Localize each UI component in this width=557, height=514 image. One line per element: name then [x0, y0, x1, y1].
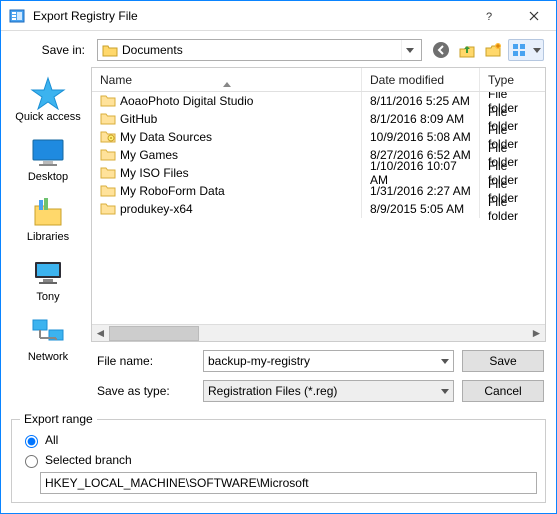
- help-button[interactable]: ?: [466, 1, 511, 30]
- radio-selected-row[interactable]: Selected branch: [20, 450, 537, 470]
- file-name-label: File name:: [91, 354, 195, 368]
- table-row[interactable]: AoaoPhoto Digital Studio 8/11/2016 5:25 A…: [92, 92, 545, 110]
- list-header: Name Date modified Type: [92, 68, 545, 92]
- table-row[interactable]: My Games8/27/2016 6:52 AMFile folder: [92, 146, 545, 164]
- toolbar-icons: [430, 39, 544, 61]
- file-name: My ISO Files: [120, 166, 189, 180]
- location-combo[interactable]: Documents: [97, 39, 422, 61]
- export-range-legend: Export range: [20, 412, 97, 426]
- up-one-level-button[interactable]: [456, 39, 478, 61]
- column-name[interactable]: Name: [92, 68, 361, 91]
- this-pc-icon: [28, 255, 68, 291]
- scroll-left-icon[interactable]: ◄: [92, 325, 109, 342]
- column-name-label: Name: [100, 73, 132, 87]
- scroll-thumb[interactable]: [109, 326, 199, 341]
- toolbar: Save in: Documents: [1, 31, 556, 63]
- folder-icon: [100, 111, 116, 128]
- save-as-type-label: Save as type:: [91, 384, 195, 398]
- new-folder-button[interactable]: [482, 39, 504, 61]
- column-date[interactable]: Date modified: [361, 68, 479, 91]
- quick-access-icon: [28, 75, 68, 111]
- place-quick-access[interactable]: Quick access: [8, 71, 88, 129]
- chevron-down-icon: [533, 48, 541, 53]
- file-name: produkey-x64: [120, 202, 193, 216]
- sort-ascending-icon: [223, 68, 231, 82]
- file-date: 8/9/2015 5:05 AM: [361, 200, 479, 218]
- export-range-group: Export range All Selected branch HKEY_LO…: [11, 412, 546, 503]
- radio-all-label: All: [45, 433, 58, 447]
- documents-icon: [102, 42, 118, 58]
- file-name-input[interactable]: backup-my-registry: [203, 350, 454, 372]
- folder-icon: [100, 129, 116, 146]
- place-label: Quick access: [15, 111, 80, 123]
- desktop-icon: [28, 135, 68, 171]
- file-name: My RoboForm Data: [120, 184, 225, 198]
- radio-selected-label: Selected branch: [45, 453, 132, 467]
- file-name-value: backup-my-registry: [208, 354, 441, 368]
- save-as-type-value: Registration Files (*.reg): [208, 384, 441, 398]
- window-buttons: ?: [466, 1, 556, 30]
- save-as-type-combo[interactable]: Registration Files (*.reg): [203, 380, 454, 402]
- scroll-right-icon[interactable]: ►: [528, 325, 545, 342]
- table-row[interactable]: My Data Sources10/9/2016 5:08 AMFile fol…: [92, 128, 545, 146]
- folder-icon: [100, 165, 116, 182]
- radio-all[interactable]: [25, 435, 38, 448]
- chevron-down-icon: [441, 389, 449, 394]
- fields: File name: backup-my-registry Save Save …: [1, 342, 556, 408]
- location-text: Documents: [122, 43, 401, 57]
- file-date: 1/10/2016 10:07 AM: [361, 164, 479, 182]
- titlebar: Export Registry File ?: [1, 1, 556, 31]
- place-desktop[interactable]: Desktop: [8, 131, 88, 189]
- file-name: GitHub: [120, 112, 157, 126]
- cancel-button[interactable]: Cancel: [462, 380, 544, 402]
- libraries-icon: [28, 195, 68, 231]
- back-button[interactable]: [430, 39, 452, 61]
- places-bar: Quick access Desktop Libraries Tony: [5, 65, 91, 342]
- file-name: My Data Sources: [120, 130, 212, 144]
- file-type: File folder: [479, 200, 545, 218]
- chevron-down-icon: [441, 359, 449, 364]
- branch-path-input[interactable]: HKEY_LOCAL_MACHINE\SOFTWARE\Microsoft: [40, 472, 537, 494]
- place-label: Tony: [36, 291, 59, 303]
- radio-selected-branch[interactable]: [25, 455, 38, 468]
- file-date: 10/9/2016 5:08 AM: [361, 128, 479, 146]
- svg-text:?: ?: [486, 11, 492, 21]
- table-row[interactable]: GitHub8/1/2016 8:09 AMFile folder: [92, 110, 545, 128]
- window-title: Export Registry File: [33, 9, 466, 23]
- horizontal-scrollbar[interactable]: ◄ ►: [92, 324, 545, 341]
- save-button[interactable]: Save: [462, 350, 544, 372]
- save-in-label: Save in:: [13, 43, 89, 57]
- regedit-icon: [9, 8, 25, 24]
- place-this-pc[interactable]: Tony: [8, 251, 88, 309]
- radio-all-row[interactable]: All: [20, 430, 537, 450]
- file-date: 8/11/2016 5:25 AM: [361, 92, 479, 110]
- chevron-down-icon: [401, 40, 417, 60]
- place-libraries[interactable]: Libraries: [8, 191, 88, 249]
- file-name: AoaoPhoto Digital Studio: [120, 94, 253, 108]
- branch-path-value: HKEY_LOCAL_MACHINE\SOFTWARE\Microsoft: [45, 476, 309, 490]
- table-row[interactable]: My RoboForm Data1/31/2016 2:27 AMFile fo…: [92, 182, 545, 200]
- file-rows: AoaoPhoto Digital Studio 8/11/2016 5:25 A…: [92, 92, 545, 324]
- file-date: 1/31/2016 2:27 AM: [361, 182, 479, 200]
- place-label: Libraries: [27, 231, 69, 243]
- views-button[interactable]: [508, 39, 544, 61]
- place-label: Desktop: [28, 171, 68, 183]
- file-list: Name Date modified Type AoaoPhoto Digita…: [91, 67, 546, 342]
- export-registry-dialog: Export Registry File ? Save in: Document…: [0, 0, 557, 514]
- close-button[interactable]: [511, 1, 556, 30]
- table-row[interactable]: My ISO Files1/10/2016 10:07 AMFile folde…: [92, 164, 545, 182]
- column-type[interactable]: Type: [479, 68, 545, 91]
- file-date: 8/1/2016 8:09 AM: [361, 110, 479, 128]
- table-row[interactable]: produkey-x64 8/9/2015 5:05 AMFile folder: [92, 200, 545, 218]
- folder-icon: [100, 147, 116, 164]
- folder-icon: [100, 201, 116, 218]
- file-name: My Games: [120, 148, 178, 162]
- folder-icon: [100, 93, 116, 110]
- folder-icon: [100, 183, 116, 200]
